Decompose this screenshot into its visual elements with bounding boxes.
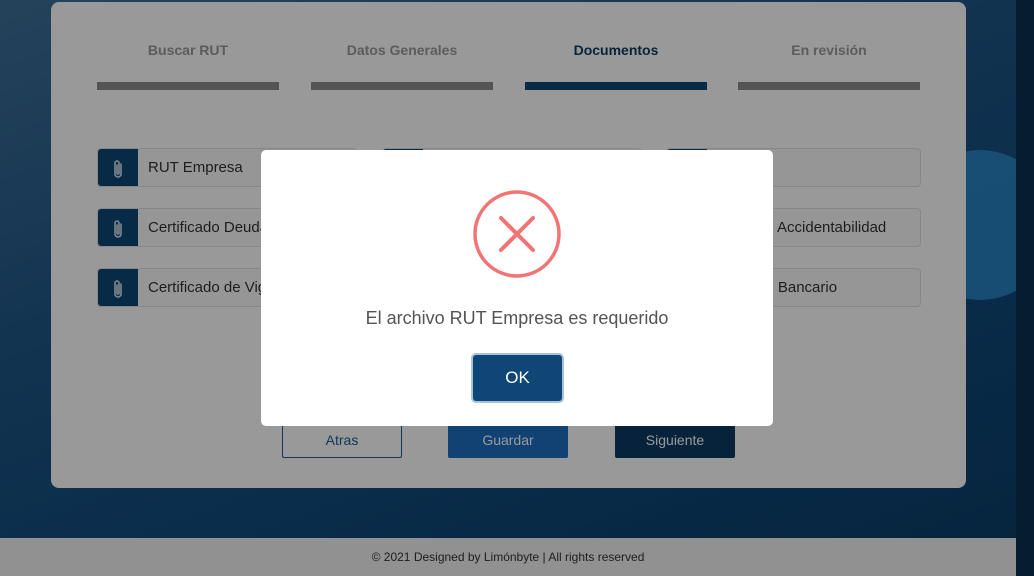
ok-button-label: OK xyxy=(473,355,562,401)
ok-button[interactable]: OK xyxy=(471,353,564,403)
error-x-icon xyxy=(473,190,561,278)
error-dialog: El archivo RUT Empresa es requerido OK xyxy=(261,150,773,426)
dialog-message: El archivo RUT Empresa es requerido xyxy=(365,308,669,328)
